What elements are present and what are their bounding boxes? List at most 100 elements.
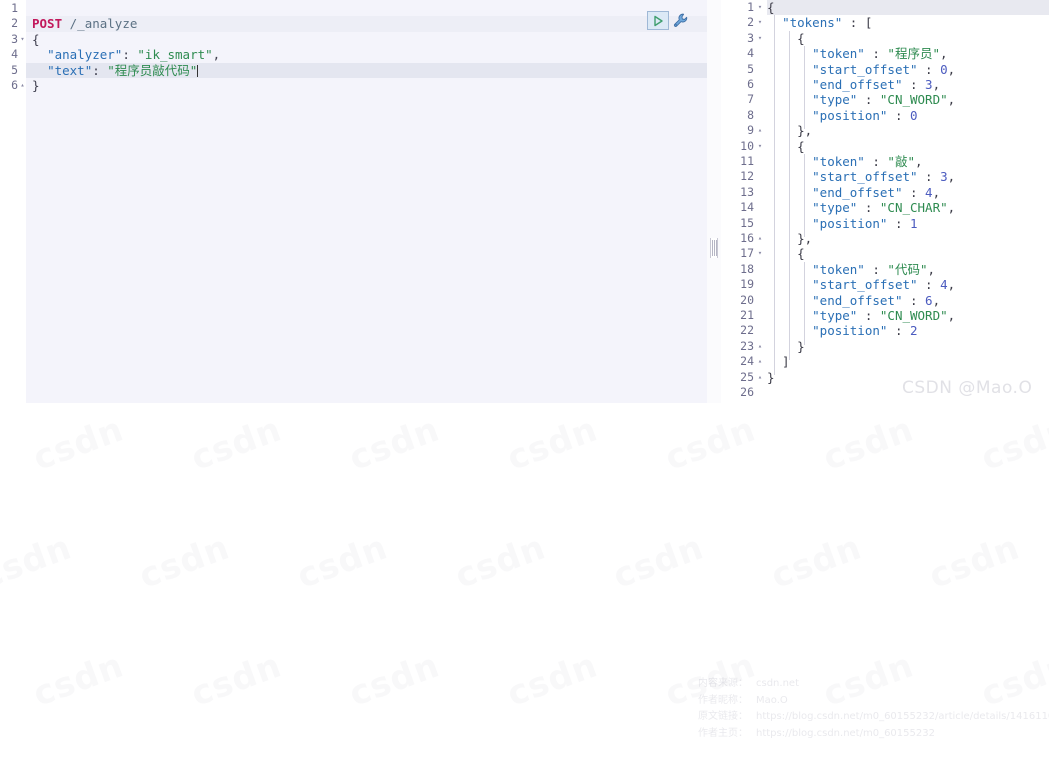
code-line[interactable]: "end_offset" : 4, [767, 185, 1049, 200]
code-line[interactable]: "text": "程序员敲代码" [26, 62, 707, 78]
code-line[interactable]: { [767, 31, 1049, 46]
line-number: 20 [740, 292, 754, 307]
code-line[interactable]: "type" : "CN_CHAR", [767, 200, 1049, 215]
code-token: : [887, 215, 910, 231]
line-number: 23 [740, 338, 754, 353]
code-token: "start_offset" [812, 61, 918, 77]
code-line[interactable]: "end_offset" : 3, [767, 77, 1049, 92]
fold-expand-icon[interactable]: ▴ [756, 123, 764, 138]
line-number: 17 [740, 246, 754, 261]
line-number: 14 [740, 200, 754, 215]
pane-splitter[interactable] [707, 0, 721, 403]
attribution-label: 作者主页： [698, 727, 748, 739]
line-number: 25 [740, 369, 754, 384]
code-token: , [914, 154, 923, 169]
fold-collapse-icon[interactable]: ▾ [19, 32, 26, 47]
line-number: 1 [747, 0, 754, 14]
code-token: "position" [812, 107, 888, 123]
code-line[interactable]: "tokens" : [ [767, 15, 1049, 30]
line-number: 10 [740, 138, 754, 153]
code-line[interactable]: "token" : "代码", [767, 262, 1049, 277]
attribution-row: 作者昵称： Mao.O [698, 693, 1049, 710]
code-token: , [947, 308, 956, 323]
send-request-play-button[interactable] [647, 11, 669, 30]
code-line[interactable]: "position" : 0 [767, 108, 1049, 123]
request-options-wrench-button[interactable] [671, 11, 690, 30]
fold-expand-icon[interactable]: ▴ [756, 354, 764, 369]
fold-collapse-icon[interactable]: ▾ [756, 31, 764, 46]
fold-expand-icon[interactable]: ▴ [19, 78, 26, 93]
code-token: : [864, 154, 888, 169]
code-token: POST [32, 16, 63, 32]
request-action-toolbar[interactable] [647, 11, 690, 30]
fold-collapse-icon[interactable]: ▾ [756, 139, 764, 154]
code-token: "CN_WORD" [879, 308, 948, 323]
fold-collapse-icon[interactable]: ▾ [756, 15, 764, 30]
indent-guide [804, 262, 805, 345]
request-editor-pane[interactable]: 1 2 3 ▾ 4 5 6 ▴ POST /_analyze{ "analyzer": "ik… [0, 0, 707, 403]
line-number: 6 [11, 78, 18, 92]
code-token: "start_offset" [812, 169, 918, 185]
footer-attribution-block: 内容来源： csdn.net 作者昵称： Mao.O 原文链接： https://blog… [698, 676, 1049, 742]
pane-splitter-handle[interactable] [710, 238, 718, 258]
attribution-label: 作者昵称： [698, 694, 748, 706]
code-line[interactable]: "end_offset" : 6, [767, 293, 1049, 308]
fold-collapse-icon[interactable]: ▾ [756, 0, 764, 15]
code-token: : [92, 62, 108, 78]
code-line[interactable]: "start_offset" : 0, [767, 62, 1049, 77]
attribution-label: 原文链接： [698, 711, 748, 722]
response-line-gutter[interactable]: 1 ▾ 2 ▾ 3 ▾ 4 5 6 7 8 9 ▴ 10 ▾ 11 12 13 14 15 16 ▴ 17 ▾ 18 19 20 21… [721, 0, 767, 403]
code-token: , [947, 169, 956, 185]
code-token: , [947, 92, 956, 108]
code-token: : [902, 184, 926, 200]
code-line[interactable]: "position" : 1 [767, 216, 1049, 231]
code-token: "type" [812, 92, 858, 108]
code-line[interactable]: } [26, 78, 707, 93]
code-token: , [932, 184, 941, 200]
line-number: 15 [740, 215, 754, 230]
code-line[interactable]: { [26, 32, 707, 47]
code-token: "type" [812, 308, 858, 323]
code-token: ] [767, 354, 790, 370]
code-line[interactable]: { [767, 139, 1049, 154]
code-line[interactable]: "start_offset" : 4, [767, 277, 1049, 292]
code-line[interactable]: } [767, 339, 1049, 354]
request-code-area[interactable]: POST /_analyze{ "analyzer": "ik_smart", … [26, 0, 707, 403]
code-line[interactable]: }, [767, 123, 1049, 138]
attribution-value: https://blog.csdn.net/m0_60155232/articl… [756, 711, 1049, 722]
code-token: : [902, 292, 926, 308]
code-token: "type" [812, 200, 858, 216]
fold-expand-icon[interactable]: ▴ [756, 370, 764, 385]
code-line[interactable]: "type" : "CN_WORD", [767, 92, 1049, 107]
code-line[interactable]: }, [767, 231, 1049, 246]
response-viewer-pane[interactable]: 1 ▾ 2 ▾ 3 ▾ 4 5 6 7 8 9 ▴ 10 ▾ 11 12 13 14 15 16 ▴ 17 ▾ 18 19 20 21… [721, 0, 1049, 403]
response-code-area[interactable]: { "tokens" : [ { "token" : "程序员", "start… [767, 0, 1049, 403]
code-line[interactable]: "type" : "CN_WORD", [767, 308, 1049, 323]
line-number: 18 [740, 261, 754, 276]
code-token: "token" [812, 261, 865, 277]
code-line[interactable]: ] [767, 354, 1049, 369]
code-line[interactable]: "start_offset" : 3, [767, 169, 1049, 184]
line-number: 4 [747, 46, 754, 61]
code-token: "end_offset" [812, 292, 903, 308]
code-token: 6 [925, 292, 933, 308]
code-line[interactable]: "analyzer": "ik_smart", [26, 47, 707, 62]
code-line[interactable]: "position" : 2 [767, 323, 1049, 338]
fold-expand-icon[interactable]: ▴ [756, 231, 764, 246]
code-line[interactable]: POST /_analyze [26, 16, 707, 32]
code-token: "end_offset" [812, 184, 903, 200]
code-token: "text" [47, 62, 93, 78]
fold-collapse-icon[interactable]: ▾ [756, 246, 764, 261]
csdn-author-watermark: CSDN @Mao.O [902, 378, 1033, 398]
code-line[interactable]: "token" : "程序员", [767, 46, 1049, 61]
code-token: { [32, 31, 40, 47]
fold-expand-icon[interactable]: ▴ [756, 339, 764, 354]
code-line[interactable]: { [767, 0, 1049, 16]
request-line-gutter[interactable]: 1 2 3 ▾ 4 5 6 ▴ [0, 0, 26, 403]
code-line[interactable]: "token" : "敲", [767, 154, 1049, 169]
code-line[interactable] [26, 1, 707, 16]
code-token: : [887, 107, 910, 123]
code-line[interactable]: { [767, 246, 1049, 261]
